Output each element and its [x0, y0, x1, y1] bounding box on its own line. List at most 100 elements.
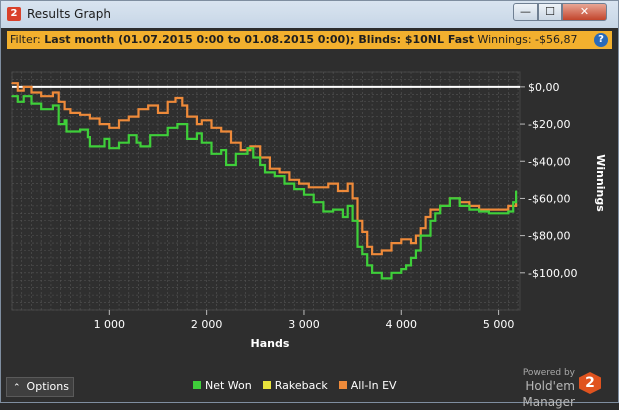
- data-point-all-in-ev: [63, 108, 66, 110]
- legend-item-net-won[interactable]: Net Won: [193, 378, 252, 394]
- data-point-net-won: [342, 216, 344, 218]
- data-point-all-in-ev: [308, 186, 310, 189]
- data-point-all-in-ev: [415, 234, 417, 237]
- close-button[interactable]: ✕: [562, 3, 607, 21]
- legend-swatch-rakeback: [262, 381, 271, 389]
- data-point-all-in-ev: [79, 113, 81, 116]
- data-point-all-in-ev: [497, 208, 500, 211]
- data-point-all-in-ev: [381, 249, 383, 252]
- data-point-all-in-ev: [57, 100, 60, 103]
- y-tick-label: $0,00: [528, 81, 560, 94]
- data-point-net-won: [186, 138, 188, 140]
- data-point-net-won: [515, 190, 517, 192]
- data-point-all-in-ev: [424, 216, 427, 218]
- data-point-net-won: [200, 141, 203, 144]
- data-point-all-in-ev: [98, 123, 101, 125]
- y-tick-label: -$20,00: [528, 118, 570, 131]
- data-point-all-in-ev: [429, 208, 432, 211]
- data-point-net-won: [371, 272, 373, 274]
- data-point-net-won: [468, 208, 471, 211]
- y-tick-label: -$100,00: [528, 267, 577, 280]
- data-point-net-won: [65, 130, 68, 133]
- data-point-all-in-ev: [22, 86, 25, 88]
- data-point-net-won: [507, 210, 510, 213]
- data-point-net-won: [415, 249, 417, 252]
- data-point-all-in-ev: [40, 95, 42, 97]
- data-point-net-won: [108, 147, 111, 150]
- data-point-net-won: [361, 253, 364, 256]
- filter-description: Last month (01.07.2015 0:00 to 01.08.201…: [44, 33, 474, 46]
- data-point-net-won: [429, 219, 432, 222]
- minimize-button[interactable]: —: [513, 3, 538, 21]
- data-point-net-won: [17, 100, 19, 103]
- legend-label-all-in-ev: All-In EV: [350, 379, 397, 392]
- data-point-net-won: [303, 193, 305, 196]
- data-point-all-in-ev: [89, 117, 91, 120]
- data-point-all-in-ev: [118, 119, 120, 122]
- data-point-net-won: [30, 102, 33, 105]
- data-point-all-in-ev: [507, 205, 510, 207]
- title-bar[interactable]: 2 Results Graph — ☐ ✕: [1, 1, 618, 28]
- data-point-net-won: [419, 234, 422, 237]
- help-icon[interactable]: ?: [594, 33, 608, 47]
- x-tick-label: 5 000: [483, 318, 515, 331]
- data-point-net-won: [57, 123, 60, 125]
- data-point-net-won: [312, 201, 315, 203]
- data-point-net-won: [410, 257, 412, 259]
- data-point-all-in-ev: [174, 97, 177, 99]
- data-point-all-in-ev: [127, 115, 130, 118]
- data-point-all-in-ev: [327, 182, 330, 185]
- data-point-all-in-ev: [181, 104, 184, 107]
- data-point-net-won: [488, 212, 490, 215]
- options-label: Options: [26, 380, 69, 393]
- chart-legend: Net Won Rakeback All-In EV: [193, 378, 408, 394]
- data-point-net-won: [89, 145, 91, 148]
- data-point-all-in-ev: [351, 197, 354, 200]
- data-point-net-won: [293, 188, 296, 190]
- maximize-button[interactable]: ☐: [538, 3, 562, 21]
- brand-name: Hold'em Manager: [522, 379, 575, 409]
- data-point-all-in-ev: [210, 126, 213, 129]
- data-point-net-won: [220, 149, 223, 151]
- data-point-all-in-ev: [220, 130, 223, 133]
- legend-item-rakeback[interactable]: Rakeback: [262, 378, 328, 394]
- data-point-net-won: [127, 134, 130, 137]
- data-point-net-won: [390, 272, 393, 274]
- hm-logo-icon: 2: [579, 372, 601, 394]
- data-point-net-won: [166, 126, 169, 129]
- data-point-net-won: [79, 128, 81, 131]
- data-point-all-in-ev: [200, 119, 203, 122]
- options-button[interactable]: ⌃ Options: [6, 377, 74, 397]
- data-point-all-in-ev: [11, 82, 13, 84]
- data-point-net-won: [405, 264, 407, 267]
- data-point-net-won: [40, 108, 42, 110]
- data-point-all-in-ev: [317, 186, 320, 189]
- filter-bar[interactable]: Filter: Last month (01.07.2015 0:00 to 0…: [7, 31, 612, 49]
- data-point-net-won: [356, 245, 359, 248]
- data-point-all-in-ev: [147, 104, 150, 107]
- data-point-net-won: [497, 212, 500, 215]
- data-point-all-in-ev: [269, 167, 271, 170]
- y-tick-label: -$60,00: [528, 192, 570, 205]
- data-point-all-in-ev: [157, 112, 159, 114]
- powered-by-text: Powered by: [522, 368, 575, 378]
- data-point-all-in-ev: [278, 171, 281, 174]
- x-tick-label: 2 000: [191, 318, 223, 331]
- legend-item-all-in-ev[interactable]: All-In EV: [338, 378, 397, 394]
- powered-by-block: Powered by Hold'em Manager: [479, 368, 575, 410]
- x-tick-label: 3 000: [288, 318, 320, 331]
- data-point-net-won: [196, 132, 198, 135]
- data-point-net-won: [439, 205, 441, 207]
- data-point-net-won: [434, 212, 437, 215]
- data-point-net-won: [366, 264, 369, 267]
- data-point-all-in-ev: [249, 145, 252, 148]
- window-title: Results Graph: [27, 7, 111, 21]
- data-point-all-in-ev: [298, 182, 300, 185]
- data-point-net-won: [332, 208, 334, 211]
- results-chart: 1 000 2 000 3 000 4 000 5 000 $0,00 -$20,00 -$4…: [11, 71, 607, 350]
- data-point-net-won: [118, 141, 120, 144]
- data-point-all-in-ev: [346, 182, 349, 185]
- data-point-net-won: [103, 138, 106, 140]
- data-point-net-won: [351, 219, 354, 222]
- app-logo-icon: 2: [7, 7, 21, 21]
